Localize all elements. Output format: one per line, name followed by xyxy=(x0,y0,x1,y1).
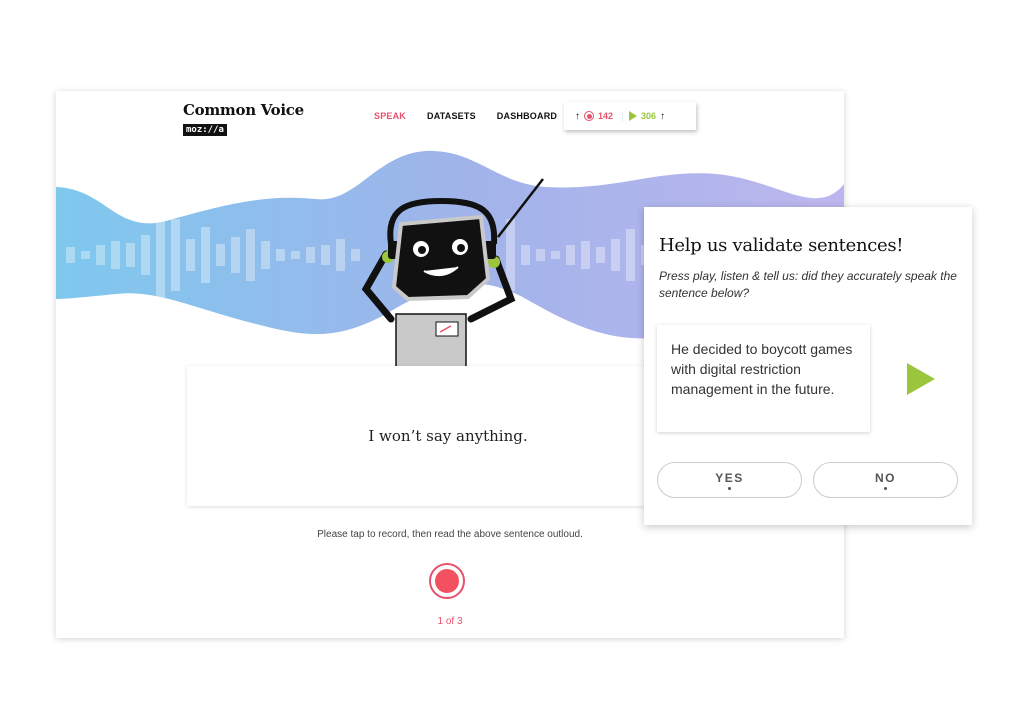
speak-count: 142 xyxy=(598,111,614,121)
contribution-stats[interactable]: ↑ 142 306 ↑ xyxy=(564,102,696,130)
mozilla-badge: moz://a xyxy=(183,124,227,136)
record-icon xyxy=(435,569,459,593)
nav-dashboard[interactable]: DASHBOARD xyxy=(497,111,557,121)
sentence-text: I won’t say anything. xyxy=(368,427,528,445)
nav-speak[interactable]: SPEAK xyxy=(374,111,406,121)
shortcut-dot-icon xyxy=(884,486,887,490)
shortcut-dot-icon xyxy=(728,486,731,490)
sentence-card: I won’t say anything. xyxy=(187,366,709,506)
sentence-progress: 1 of 3 xyxy=(437,616,463,627)
validate-title: Help us validate sentences! xyxy=(659,235,904,256)
record-button[interactable] xyxy=(429,563,465,599)
arrow-up-icon: ↑ xyxy=(575,110,580,122)
main-nav: SPEAK DATASETS DASHBOARD xyxy=(374,111,557,121)
listen-stat: 306 ↑ xyxy=(622,110,666,122)
no-label: NO xyxy=(875,470,896,485)
logo-title: Common Voice xyxy=(183,101,304,119)
play-icon xyxy=(629,111,638,121)
record-instruction: Please tap to record, then read the abov… xyxy=(317,529,583,540)
yes-label: YES xyxy=(715,470,744,485)
record-icon xyxy=(584,111,594,121)
validate-subtitle: Press play, listen & tell us: did they a… xyxy=(659,269,957,300)
logo[interactable]: Common Voice moz://a xyxy=(183,101,304,137)
validate-card: Help us validate sentences! Press play, … xyxy=(644,207,972,525)
nav-datasets[interactable]: DATASETS xyxy=(427,111,476,121)
validate-sentence: He decided to boycott games with digital… xyxy=(657,325,870,432)
play-button[interactable] xyxy=(907,363,935,395)
no-button[interactable]: NO xyxy=(813,462,958,498)
arrow-up-icon: ↑ xyxy=(660,110,666,122)
listen-count: 306 xyxy=(641,111,657,121)
yes-button[interactable]: YES xyxy=(657,462,802,498)
speak-stat: ↑ 142 xyxy=(575,111,613,122)
stage: Common Voice moz://a SPEAK DATASETS DASH… xyxy=(0,0,1024,728)
